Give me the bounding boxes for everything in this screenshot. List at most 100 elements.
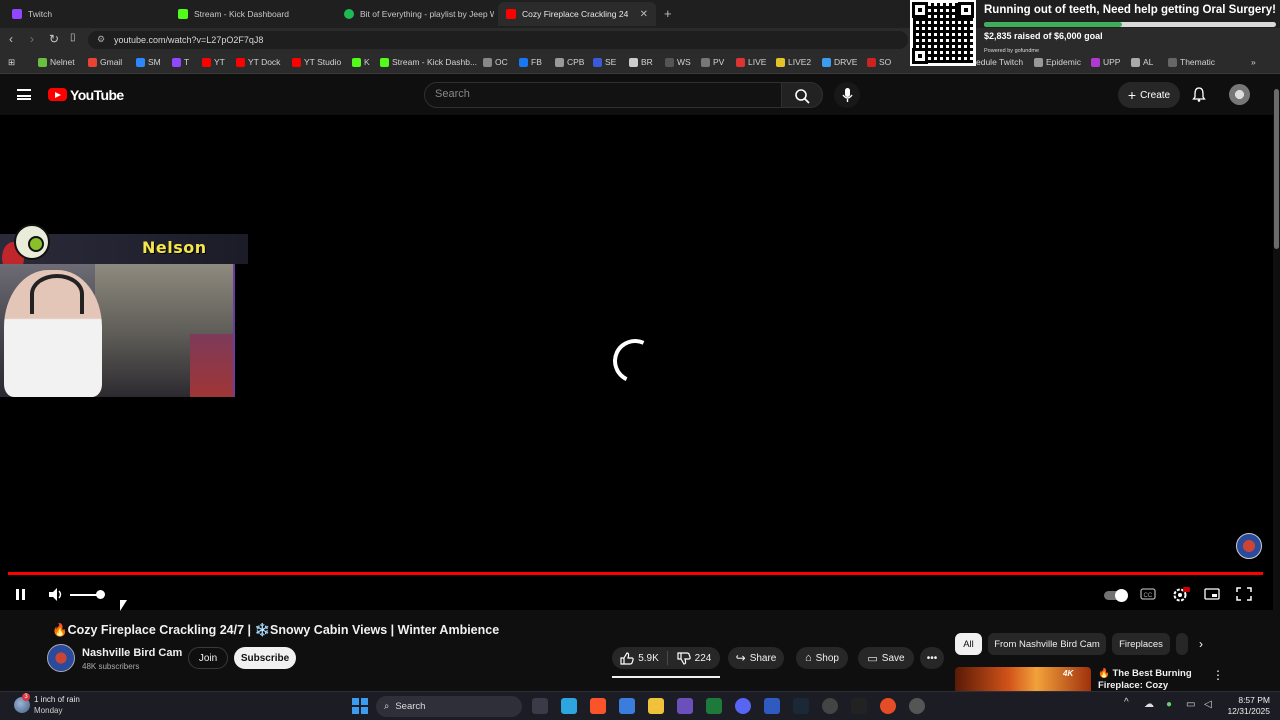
obs-icon[interactable]: [822, 698, 838, 714]
chip-partial[interactable]: [1176, 633, 1188, 655]
bookmark-item[interactable]: FB: [519, 57, 542, 67]
bookmark-item[interactable]: Thematic: [1168, 57, 1215, 67]
chevron-right-icon[interactable]: ›: [1199, 637, 1203, 651]
bookmark-item[interactable]: SM: [136, 57, 161, 67]
channel-avatar[interactable]: [47, 644, 75, 672]
chip-all[interactable]: All: [955, 633, 982, 655]
file-explorer-icon[interactable]: [648, 698, 664, 714]
apps-grid-icon[interactable]: ⊞: [8, 57, 15, 68]
notepad-icon[interactable]: [619, 698, 635, 714]
notifications-bell-icon[interactable]: [1192, 87, 1206, 105]
autoplay-toggle[interactable]: [1104, 589, 1128, 602]
bookmark-item[interactable]: T: [172, 57, 189, 67]
bookmark-item[interactable]: OC: [483, 57, 508, 67]
steam-icon[interactable]: [793, 698, 809, 714]
bookmark-item[interactable]: YT: [202, 57, 225, 67]
bookmark-item[interactable]: edule Twitch: [976, 57, 1023, 67]
recommended-video-thumbnail[interactable]: 4K: [955, 667, 1091, 691]
discord-icon[interactable]: [735, 698, 751, 714]
bookmark-item[interactable]: UPP: [1091, 57, 1120, 67]
url-field[interactable]: ⚙ youtube.com/watch?v=L27pO2F7qJ8: [88, 31, 908, 49]
settings-button[interactable]: [1172, 587, 1190, 606]
search-button[interactable]: [781, 82, 823, 108]
bookmark-item[interactable]: AL: [1131, 57, 1153, 67]
tab-kick-dashboard[interactable]: Stream - Kick Dashboard: [170, 2, 336, 26]
display-icon[interactable]: ▭: [1186, 699, 1195, 710]
channel-watermark[interactable]: [1236, 533, 1262, 559]
save-button[interactable]: ▭ Save: [858, 647, 914, 669]
menu-icon[interactable]: [17, 89, 31, 100]
shop-button[interactable]: ⌂ Shop: [796, 647, 848, 669]
join-button[interactable]: Join: [188, 647, 228, 669]
app-icon[interactable]: [677, 698, 693, 714]
reload-icon[interactable]: ↻: [49, 32, 59, 46]
site-info-icon[interactable]: ⚙: [97, 34, 105, 45]
like-button[interactable]: 5.9K: [612, 647, 667, 669]
recommended-video-title[interactable]: 🔥 The Best Burning Fireplace: Cozy Crack…: [1098, 668, 1206, 690]
volume-slider-handle[interactable]: [96, 590, 105, 599]
mic-tray-icon[interactable]: ●: [1166, 699, 1172, 710]
app-icon[interactable]: [909, 698, 925, 714]
captions-button[interactable]: CC: [1140, 587, 1156, 604]
share-button[interactable]: ↪ Share: [728, 647, 784, 669]
bookmark-item[interactable]: DRVE: [822, 57, 857, 67]
bookmark-item[interactable]: BR: [629, 57, 653, 67]
pause-button[interactable]: [14, 587, 28, 606]
search-box[interactable]: [424, 82, 782, 108]
back-icon[interactable]: ‹: [9, 32, 13, 46]
more-actions-button[interactable]: •••: [920, 647, 944, 669]
bookmark-item[interactable]: Gmail: [88, 57, 122, 67]
voice-search-button[interactable]: [834, 82, 860, 108]
mute-button[interactable]: [48, 587, 66, 606]
app-icon[interactable]: [880, 698, 896, 714]
forward-icon[interactable]: ›: [30, 32, 34, 46]
brave-browser-icon[interactable]: [590, 698, 606, 714]
bookmark-item[interactable]: SO: [867, 57, 891, 67]
video-progress-bar[interactable]: [8, 572, 1263, 575]
chip-fireplaces[interactable]: Fireplaces: [1112, 633, 1170, 655]
new-tab-button[interactable]: +: [664, 6, 672, 21]
bookmark-item[interactable]: Stream - Kick Dashb...: [380, 57, 477, 67]
channel-name[interactable]: Nashville Bird Cam: [82, 647, 182, 659]
bookmark-item[interactable]: YT Dock: [236, 57, 280, 67]
windows-start-icon[interactable]: [352, 698, 368, 714]
miniplayer-button[interactable]: [1204, 587, 1220, 604]
weather-text[interactable]: 1 inch of rain: [34, 695, 80, 704]
app-icon[interactable]: [764, 698, 780, 714]
youtube-logo-icon[interactable]: [48, 88, 67, 101]
fullscreen-button[interactable]: [1236, 587, 1252, 604]
taskbar-search[interactable]: ⌕ Search: [376, 696, 522, 717]
more-bookmarks-icon[interactable]: »: [1251, 57, 1256, 67]
clock-time[interactable]: 8:57 PM: [1236, 695, 1270, 705]
bookmark-item[interactable]: K: [352, 57, 370, 67]
bookmark-item[interactable]: PV: [701, 57, 724, 67]
bookmark-item[interactable]: CPB: [555, 57, 584, 67]
dislike-button[interactable]: 224: [668, 647, 720, 669]
bookmark-item[interactable]: LIVE2: [776, 57, 811, 67]
bookmark-item[interactable]: Epidemic: [1034, 57, 1081, 67]
bookmark-item[interactable]: YT Studio: [292, 57, 341, 67]
tab-youtube-active[interactable]: Cozy Fireplace Crackling 24/7 ✕: [498, 2, 656, 26]
cloud-icon[interactable]: ☁: [1144, 699, 1154, 710]
task-view-icon[interactable]: [532, 698, 548, 714]
close-icon[interactable]: ✕: [640, 9, 648, 20]
speaker-icon[interactable]: ◁: [1204, 699, 1212, 710]
page-scrollbar[interactable]: [1273, 75, 1280, 692]
copilot-icon[interactable]: [561, 698, 577, 714]
bookmark-item[interactable]: WS: [665, 57, 691, 67]
more-vertical-icon[interactable]: ⋮: [1212, 668, 1224, 682]
account-avatar[interactable]: [1229, 84, 1250, 105]
bookmark-item[interactable]: Nelnet: [38, 57, 75, 67]
app-icon[interactable]: [851, 698, 867, 714]
bookmark-icon[interactable]: ▯: [70, 32, 76, 43]
bookmark-item[interactable]: SE: [593, 57, 616, 67]
chip-from-channel[interactable]: From Nashville Bird Cam: [988, 633, 1106, 655]
tray-overflow-icon[interactable]: ^: [1124, 697, 1129, 708]
clock-date[interactable]: 12/31/2025: [1222, 706, 1270, 716]
subscribe-button[interactable]: Subscribe: [234, 647, 296, 669]
excel-icon[interactable]: [706, 698, 722, 714]
scrollbar-thumb[interactable]: [1274, 89, 1279, 249]
bookmark-item[interactable]: LIVE: [736, 57, 766, 67]
search-input[interactable]: [435, 88, 765, 100]
youtube-wordmark[interactable]: YouTube: [70, 87, 124, 103]
